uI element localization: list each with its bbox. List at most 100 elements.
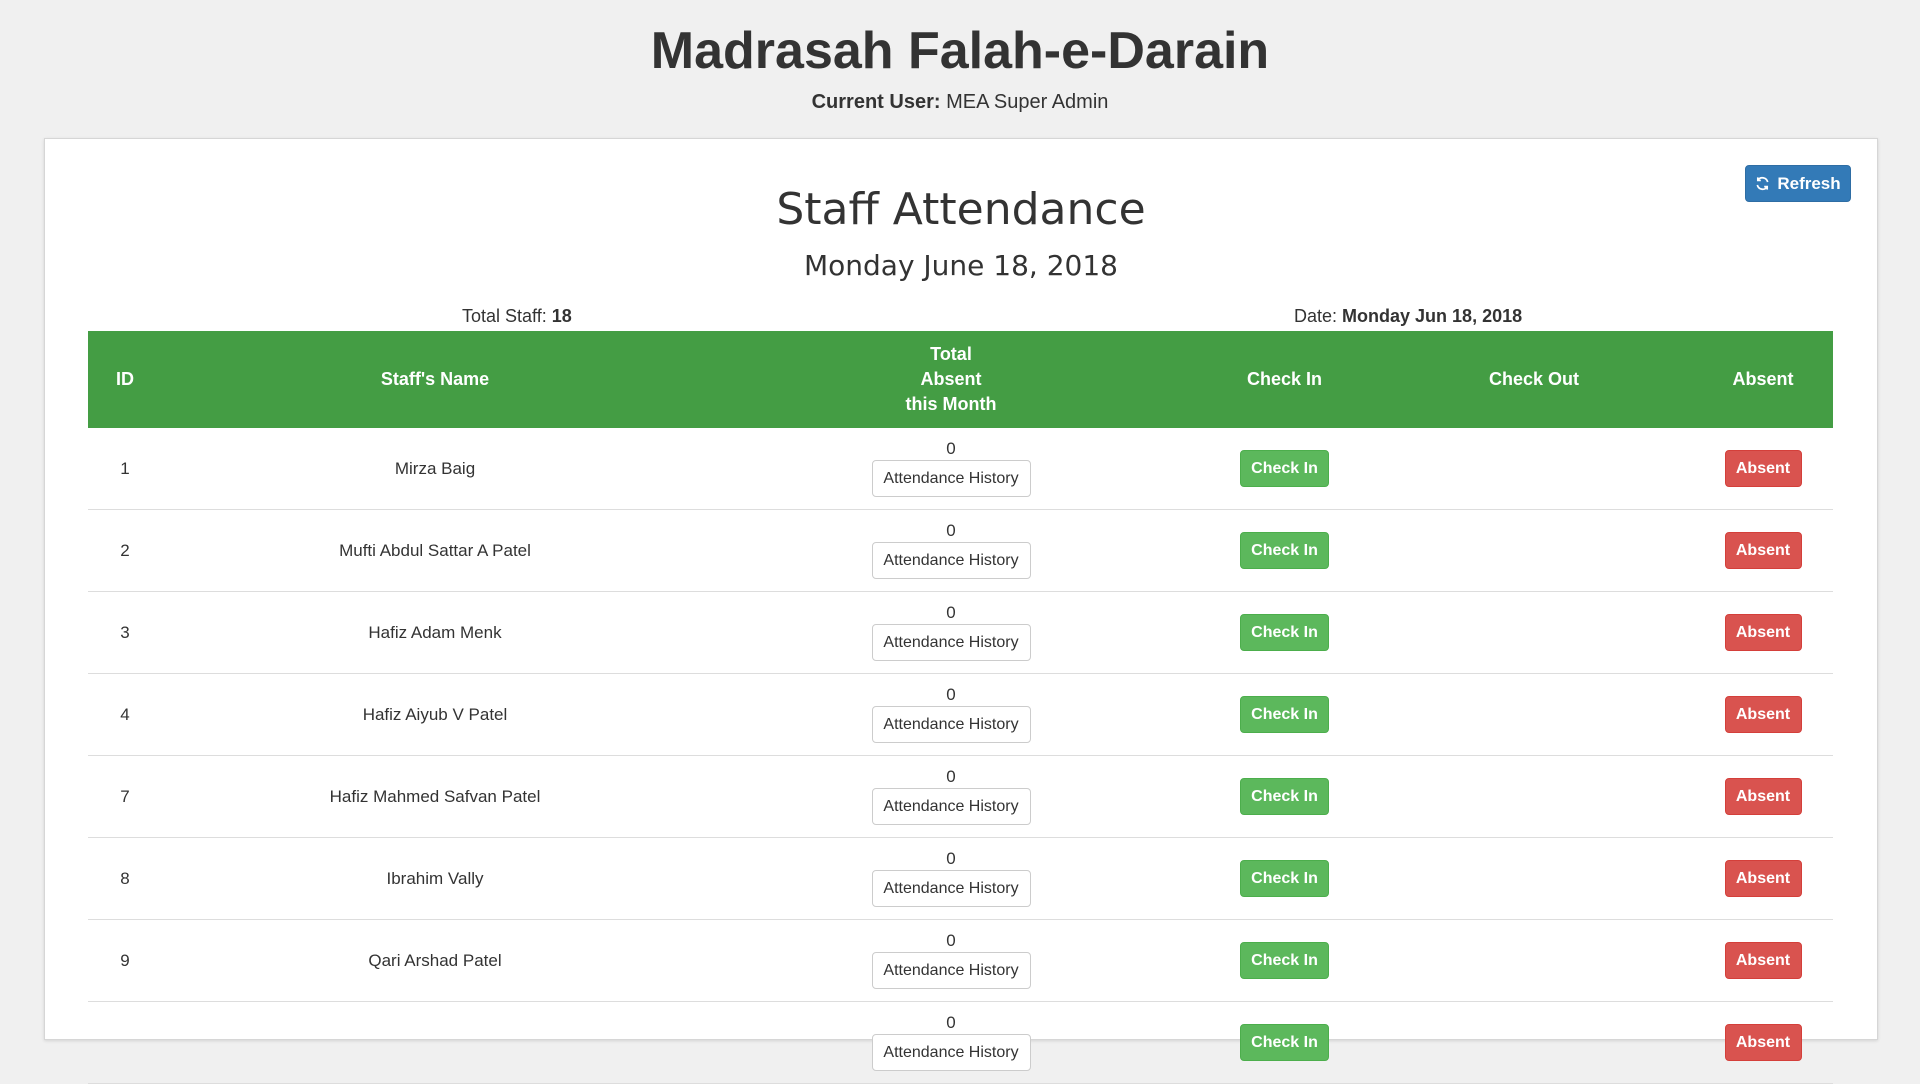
absent-count: 0 — [946, 931, 956, 950]
check-in-button[interactable]: Check In — [1240, 860, 1329, 897]
cell-id: 4 — [88, 673, 162, 756]
absent-button[interactable]: Absent — [1724, 696, 1802, 733]
cell-staff-name: Hafiz Mahmed Safvan Patel — [162, 755, 708, 838]
attendance-history-button[interactable]: Attendance History — [871, 870, 1031, 907]
cell-absent: Absent — [1693, 428, 1833, 510]
cell-total-absent: 0 Attendance History — [708, 837, 1194, 920]
absent-button[interactable]: Absent — [1724, 614, 1802, 651]
header-total-absent: Total Absent this Month — [708, 331, 1194, 428]
cell-check-in: Check In — [1194, 673, 1375, 756]
absent-count: 0 — [946, 849, 956, 868]
cell-staff-name: Hafiz Aiyub V Patel — [162, 673, 708, 756]
cell-staff-name: Qari Arshad Patel — [162, 919, 708, 1002]
table-row: 7 Hafiz Mahmed Safvan Patel 0 Attendance Hi… — [88, 755, 1833, 838]
cell-check-in: Check In — [1194, 837, 1375, 920]
cell-check-out — [1375, 509, 1693, 592]
attendance-history-button[interactable]: Attendance History — [871, 952, 1031, 989]
cell-total-absent: 0 Attendance History — [708, 919, 1194, 1002]
cell-check-in: Check In — [1194, 428, 1375, 510]
attendance-history-button[interactable]: Attendance History — [871, 788, 1031, 825]
cell-id: 8 — [88, 837, 162, 920]
total-staff: Total Staff: 18 — [462, 305, 572, 327]
attendance-history-button[interactable]: Attendance History — [871, 1034, 1031, 1071]
cell-absent: Absent — [1693, 755, 1833, 838]
header-total-absent-line3: this Month — [905, 394, 997, 414]
absent-count: 0 — [946, 439, 956, 458]
header-id: ID — [88, 331, 162, 428]
table-row: 4 Hafiz Aiyub V Patel 0 Attendance History C… — [88, 673, 1833, 756]
date-heading: Monday June 18, 2018 — [803, 249, 1118, 282]
absent-button[interactable]: Absent — [1724, 778, 1802, 815]
check-in-button[interactable]: Check In — [1240, 778, 1329, 815]
cell-id: 1 — [88, 428, 162, 510]
cell-total-absent: 0 Attendance History — [708, 673, 1194, 756]
total-staff-label: Total Staff: — [462, 306, 547, 326]
absent-count: 0 — [946, 767, 956, 786]
cell-check-in: Check In — [1194, 1001, 1375, 1084]
cell-id: 3 — [88, 591, 162, 674]
cell-check-out — [1375, 1001, 1693, 1084]
cell-staff-name: Mufti Abdul Sattar A Patel — [162, 509, 708, 592]
attendance-date-label: Date: — [1294, 306, 1338, 326]
table-row: 3 Hafiz Adam Menk 0 Attendance History Check… — [88, 591, 1833, 674]
absent-button[interactable]: Absent — [1724, 1024, 1802, 1061]
cell-check-out — [1375, 673, 1693, 756]
absent-count: 0 — [946, 685, 956, 704]
cell-staff-name: Ibrahim Vally — [162, 837, 708, 920]
table-row: 9 Qari Arshad Patel 0 Attendance History Che… — [88, 919, 1833, 1002]
school-name: Madrasah Falah-e-Darain — [650, 22, 1270, 80]
current-user-label: Current User: — [811, 91, 941, 113]
absent-button[interactable]: Absent — [1724, 860, 1802, 897]
header-total-absent-line2: Absent — [920, 369, 982, 389]
cell-id — [88, 1001, 162, 1084]
absent-button[interactable]: Absent — [1724, 532, 1802, 569]
absent-count: 0 — [946, 521, 956, 540]
check-in-button[interactable]: Check In — [1240, 450, 1329, 487]
check-in-button[interactable]: Check In — [1240, 532, 1329, 569]
cell-check-out — [1375, 428, 1693, 510]
header-absent: Absent — [1693, 331, 1833, 428]
check-in-button[interactable]: Check In — [1240, 696, 1329, 733]
table-header-row: ID Staff's Name Total Absent this Month … — [88, 331, 1833, 428]
cell-check-in: Check In — [1194, 509, 1375, 592]
cell-absent: Absent — [1693, 1001, 1833, 1084]
absent-button[interactable]: Absent — [1724, 942, 1802, 979]
table-row: 2 Mufti Abdul Sattar A Patel 0 Attendance H… — [88, 509, 1833, 592]
cell-id: 7 — [88, 755, 162, 838]
attendance-table: ID Staff's Name Total Absent this Month … — [88, 331, 1833, 1084]
attendance-history-button[interactable]: Attendance History — [871, 460, 1031, 497]
cell-absent: Absent — [1693, 591, 1833, 674]
check-in-button[interactable]: Check In — [1240, 1024, 1329, 1061]
check-in-button[interactable]: Check In — [1240, 614, 1329, 651]
attendance-history-button[interactable]: Attendance History — [871, 542, 1031, 579]
cell-check-in: Check In — [1194, 591, 1375, 674]
cell-check-in: Check In — [1194, 755, 1375, 838]
cell-total-absent: 0 Attendance History — [708, 591, 1194, 674]
absent-button[interactable]: Absent — [1724, 450, 1802, 487]
cell-check-out — [1375, 755, 1693, 838]
check-in-button[interactable]: Check In — [1240, 942, 1329, 979]
cell-absent: Absent — [1693, 837, 1833, 920]
header-check-out: Check Out — [1375, 331, 1693, 428]
cell-staff-name: Mirza Baig — [162, 428, 708, 510]
cell-check-out — [1375, 837, 1693, 920]
total-staff-value: 18 — [551, 306, 572, 326]
cell-total-absent: 0 Attendance History — [708, 428, 1194, 510]
table-row: 0 Attendance History Check In Absent — [88, 1001, 1833, 1084]
page-header: Madrasah Falah-e-Darain Current User: ME… — [0, 0, 1920, 138]
cell-id: 9 — [88, 919, 162, 1002]
absent-count: 0 — [946, 1013, 956, 1032]
cell-check-out — [1375, 591, 1693, 674]
attendance-panel: Refresh Staff Attendance Monday June 18,… — [44, 138, 1878, 1084]
cell-id: 2 — [88, 509, 162, 592]
absent-count: 0 — [946, 603, 956, 622]
attendance-history-button[interactable]: Attendance History — [871, 706, 1031, 743]
header-total-absent-line1: Total — [930, 344, 972, 364]
cell-check-in: Check In — [1194, 919, 1375, 1002]
attendance-rows: 1 Mirza Baig 0 Attendance History Check In Ab… — [88, 428, 1833, 1084]
cell-absent: Absent — [1693, 673, 1833, 756]
attendance-history-button[interactable]: Attendance History — [871, 624, 1031, 661]
cell-total-absent: 0 Attendance History — [708, 509, 1194, 592]
cell-check-out — [1375, 919, 1693, 1002]
page-title: Staff Attendance — [776, 184, 1146, 235]
